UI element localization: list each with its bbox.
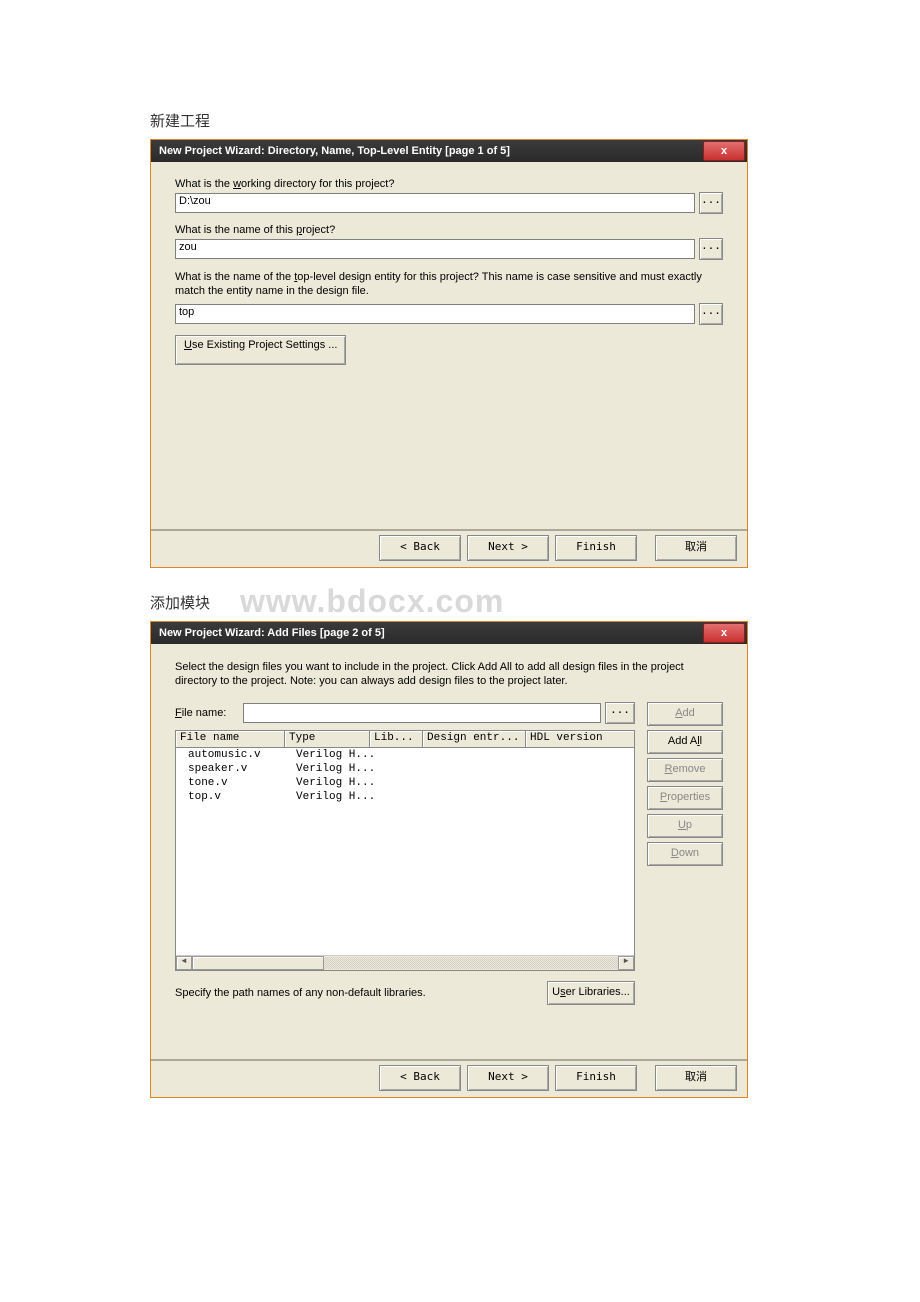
back-button[interactable]: < Back: [379, 535, 461, 561]
label-file-name: File name:: [175, 707, 243, 719]
user-libraries-button[interactable]: User Libraries...: [547, 981, 635, 1005]
down-button[interactable]: Down: [647, 842, 723, 866]
close-icon[interactable]: x: [703, 141, 745, 161]
up-button[interactable]: Up: [647, 814, 723, 838]
col-type[interactable]: Type: [285, 731, 370, 747]
watermark-text: www.bdocx.com: [240, 583, 504, 620]
titlebar-text-1: New Project Wizard: Directory, Name, Top…: [151, 145, 518, 157]
dialog-new-project-page1: New Project Wizard: Directory, Name, Top…: [150, 139, 748, 568]
label-project-name: What is the name of this project?: [175, 224, 723, 236]
properties-button[interactable]: Properties: [647, 786, 723, 810]
col-lib[interactable]: Lib...: [370, 731, 423, 747]
browse-dir-button[interactable]: ...: [699, 192, 723, 214]
titlebar-text-2: New Project Wizard: Add Files [page 2 of…: [151, 627, 393, 639]
input-working-dir[interactable]: D:\zou: [175, 193, 695, 213]
finish-button[interactable]: Finish: [555, 535, 637, 561]
cancel-button[interactable]: 取消: [655, 1065, 737, 1091]
add-files-description: Select the design files you want to incl…: [175, 660, 723, 689]
label-working-dir: What is the working directory for this p…: [175, 178, 723, 190]
scroll-left-icon[interactable]: ◄: [176, 956, 192, 970]
dialog-new-project-page2: New Project Wizard: Add Files [page 2 of…: [150, 621, 748, 1099]
add-button[interactable]: Add: [647, 702, 723, 726]
finish-button[interactable]: Finish: [555, 1065, 637, 1091]
close-icon[interactable]: x: [703, 623, 745, 643]
table-row[interactable]: automusic.v Verilog H...: [176, 749, 634, 763]
browse-name-button[interactable]: ...: [699, 238, 723, 260]
cancel-button[interactable]: 取消: [655, 535, 737, 561]
remove-button[interactable]: Remove: [647, 758, 723, 782]
horizontal-scrollbar[interactable]: ◄ ►: [176, 955, 634, 970]
file-table-body[interactable]: automusic.v Verilog H... speaker.v Veril…: [175, 748, 635, 971]
use-existing-settings-button[interactable]: Use Existing Project Settings ...: [175, 335, 346, 365]
browse-file-button[interactable]: ...: [605, 702, 635, 724]
label-non-default-libs: Specify the path names of any non-defaul…: [175, 987, 547, 999]
titlebar-2: New Project Wizard: Add Files [page 2 of…: [151, 622, 747, 644]
table-row[interactable]: speaker.v Verilog H...: [176, 763, 634, 777]
next-button[interactable]: Next >: [467, 1065, 549, 1091]
back-button[interactable]: < Back: [379, 1065, 461, 1091]
footer-2: < Back Next > Finish 取消: [151, 1060, 747, 1097]
table-row[interactable]: top.v Verilog H...: [176, 791, 634, 805]
add-all-button[interactable]: Add All: [647, 730, 723, 754]
next-button[interactable]: Next >: [467, 535, 549, 561]
titlebar-1: New Project Wizard: Directory, Name, Top…: [151, 140, 747, 162]
scroll-right-icon[interactable]: ►: [618, 956, 634, 970]
label-top-entity: What is the name of the top-level design…: [175, 270, 723, 299]
col-hdl-version[interactable]: HDL version: [526, 731, 634, 747]
input-file-name[interactable]: [243, 703, 601, 723]
file-table-header: File name Type Lib... Design entr... HDL…: [175, 730, 635, 748]
heading-create-project: 新建工程: [150, 110, 770, 131]
footer-1: < Back Next > Finish 取消: [151, 530, 747, 567]
scroll-thumb[interactable]: [192, 956, 324, 970]
heading-add-module: 添加模块: [150, 592, 210, 613]
col-filename[interactable]: File name: [176, 731, 285, 747]
input-top-entity[interactable]: top: [175, 304, 695, 324]
table-row[interactable]: tone.v Verilog H...: [176, 777, 634, 791]
input-project-name[interactable]: zou: [175, 239, 695, 259]
col-design-entry[interactable]: Design entr...: [423, 731, 526, 747]
browse-entity-button[interactable]: ...: [699, 303, 723, 325]
